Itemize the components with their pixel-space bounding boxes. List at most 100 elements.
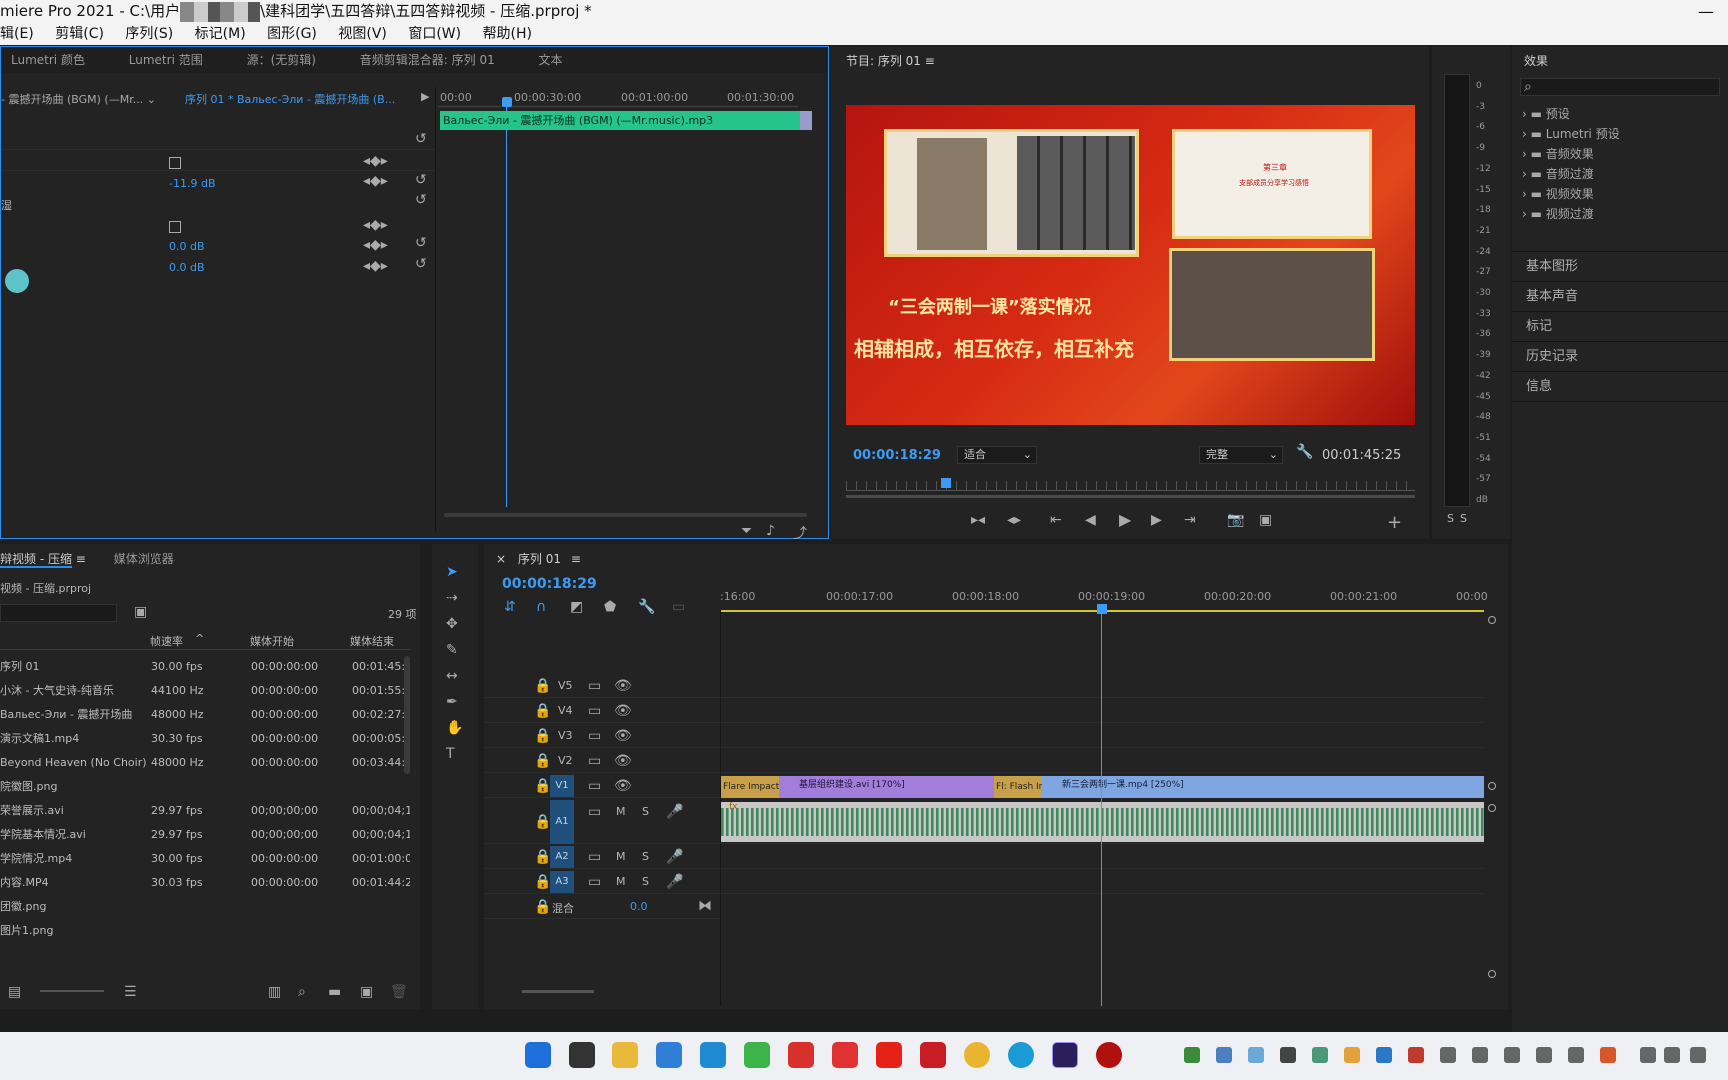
eye-icon[interactable]: 👁 [614,753,632,769]
microphone-icon[interactable]: 🎤 [666,804,683,820]
lock-icon[interactable]: 🔒 [534,849,551,865]
quality-dropdown[interactable]: 完整 ⌄ [1199,446,1283,464]
windows-start-icon[interactable] [525,1042,551,1068]
tree-item-presets[interactable]: › ▬ 预设 [1522,104,1722,124]
audio-clip-bar[interactable]: Вальес-Эли - 震撼开场曲 (BGM) (—Mr.music).mp3 [440,111,800,130]
sync-lock-icon[interactable]: ▭ [588,778,601,794]
tray-chevron-icon[interactable] [1152,1047,1168,1063]
edge-icon[interactable] [1008,1042,1034,1068]
video-clip-grassroots[interactable]: 基层组织建设.avi [170%] [779,776,994,798]
tree-item-video-effects[interactable]: › ▬ 视频效果 [1522,184,1722,204]
list-item[interactable]: 小沐 - 大气史诗-纯音乐 44100 Hz 00:00:00:00 00:01:55… [0,680,410,702]
tree-item-lumetri-presets[interactable]: › ▬ Lumetri 预设 [1522,124,1722,144]
mix-value[interactable]: 0.0 [630,900,648,913]
tab-project[interactable]: 辩视频 - 压缩 [0,552,72,568]
list-item[interactable]: Вальес-Эли - 震撼开场曲 48000 Hz 00:00:00:00 00:… [0,704,410,726]
bypass-checkbox[interactable] [169,157,181,169]
track-label[interactable]: V2 [558,754,573,767]
solo-button[interactable]: S [642,805,649,818]
column-media-start[interactable]: 媒体开始 [250,633,294,649]
audio-only-icon[interactable]: ♪ [766,523,775,539]
project-search-input[interactable] [0,604,117,622]
microphone-icon[interactable] [1536,1047,1552,1063]
tree-item-video-transitions[interactable]: › ▬ 视频过渡 [1522,204,1722,224]
reset-icon[interactable]: ↺ [415,131,427,147]
tab-source[interactable]: 源：(无剪辑) [247,53,316,67]
menu-clip[interactable]: 剪辑(C) [55,26,104,42]
list-item[interactable]: Beyond Heaven (No Choir) 48000 Hz 00:00:00… [0,752,410,774]
playhead-marker[interactable] [502,97,512,107]
linked-selection-icon[interactable]: ◩ [570,599,583,615]
sync-lock-icon[interactable]: ▭ [588,804,601,820]
input-method-icon[interactable] [1568,1047,1584,1063]
list-item[interactable]: 图片1.png [0,920,410,942]
vscode-icon[interactable] [700,1042,726,1068]
volume-icon[interactable] [1664,1047,1680,1063]
video-clip-flare-impacts[interactable]: Flare Impacts [721,776,779,798]
lock-icon[interactable]: 🔒 [534,899,551,915]
list-item[interactable]: 学院基本情况.avi 29.97 fps 00;00;00;00 00;00;04;1 [0,824,410,846]
keyframe-nav-icon[interactable]: ◂◆▸ [363,173,388,189]
close-icon[interactable]: × [496,552,506,566]
tray-app-icon[interactable] [1312,1047,1328,1063]
video-clip-sanhui[interactable]: 新三会两制一课.mp4 [250%] [1042,776,1484,798]
menu-view[interactable]: 视图(V) [338,26,387,42]
onedrive-icon[interactable] [1440,1047,1456,1063]
tray-app-icon[interactable] [1216,1047,1232,1063]
monitor-zoom-scrollbar[interactable] [846,495,1415,498]
mute-button[interactable]: M [616,805,626,818]
mute-button[interactable]: M [616,850,626,863]
tray-app-icon[interactable] [1248,1047,1264,1063]
automate-icon[interactable]: ▥ [268,984,281,1000]
wechat-icon[interactable] [744,1042,770,1068]
track-target-v1[interactable]: V1 [550,775,574,797]
new-bin-folder-icon[interactable]: ▬ [328,984,341,1000]
lock-icon[interactable]: 🔒 [534,778,551,794]
track-target-a3[interactable]: A3 [550,871,574,893]
menu-icon[interactable]: ≡ [76,552,86,566]
sync-lock-icon[interactable]: ▭ [588,728,601,744]
app-red-icon[interactable] [920,1042,946,1068]
video-player-icon[interactable] [832,1042,858,1068]
effects-search-input[interactable]: ⌕ [1520,78,1720,96]
menu-window[interactable]: 窗口(W) [408,26,461,42]
timeline-playhead-marker[interactable] [1097,604,1107,614]
list-view-icon[interactable]: ▤ [8,984,21,1000]
sequence-clip-link[interactable]: 序列 01 * Вальес-Эли - 震撼开场曲 (B... [185,91,395,107]
reset-icon[interactable]: ↺ [415,192,427,208]
track-target-a1[interactable]: A1 [550,800,574,844]
go-to-end-icon[interactable]: ⧓ [698,898,712,914]
lock-icon[interactable]: 🔒 [534,814,551,830]
solo-button[interactable]: S [642,875,649,888]
tray-app-icon[interactable] [1600,1047,1616,1063]
slip-tool-icon[interactable]: ↔ [446,668,458,684]
vertical-scroll-handle[interactable] [1488,970,1496,978]
tab-audio-clip-mixer[interactable]: 音频剪辑混合器: 序列 01 [360,53,495,67]
network-icon[interactable] [1640,1047,1656,1063]
column-framerate[interactable]: 帧速率 [150,633,183,649]
vertical-scroll-handle[interactable] [1488,782,1496,790]
sync-lock-icon[interactable]: ▭ [588,678,601,694]
mute-button[interactable]: M [616,875,626,888]
timeline-zoom-scrollbar[interactable] [522,990,594,993]
tree-item-audio-effects[interactable]: › ▬ 音频效果 [1522,144,1722,164]
chrome-icon[interactable] [964,1042,990,1068]
netease-music-icon[interactable] [788,1042,814,1068]
add-button-icon[interactable]: + [1387,512,1402,533]
keyframe-nav-icon[interactable]: ◂◆▸ [363,153,388,169]
premiere-pro-icon[interactable] [1052,1042,1078,1068]
sync-lock-icon[interactable]: ▭ [588,874,601,890]
track-label[interactable]: V3 [558,729,573,742]
tray-app-icon[interactable] [1280,1047,1296,1063]
menu-icon[interactable]: ≡ [925,54,935,68]
ripple-edit-tool-icon[interactable]: ✥ [446,616,458,632]
vertical-scroll-handle[interactable] [1488,616,1496,624]
selection-tool-icon[interactable]: ➤ [446,564,458,580]
menu-markers[interactable]: 标记(M) [195,26,246,42]
list-item[interactable]: 演示文稿1.mp4 30.30 fps 00:00:00:00 00:00:05:1 [0,728,410,750]
tray-app-icon[interactable] [1184,1047,1200,1063]
tree-item-audio-transitions[interactable]: › ▬ 音频过渡 [1522,164,1722,184]
tray-app-icon[interactable] [1408,1047,1424,1063]
lock-icon[interactable]: 🔒 [534,874,551,890]
microphone-icon[interactable]: 🎤 [666,874,683,890]
